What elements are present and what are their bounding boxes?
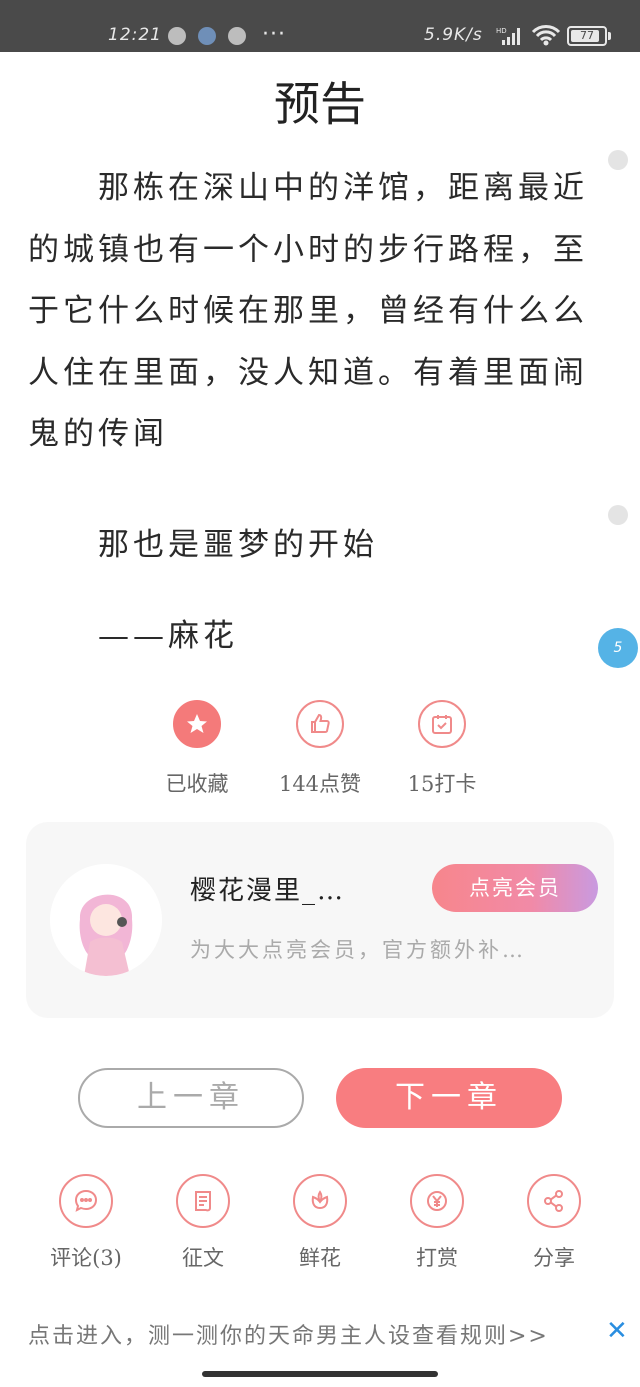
thumbs-up-icon: [296, 700, 344, 748]
wifi-icon: [531, 24, 561, 50]
chapter-paragraph: 那栋在深山中的洋馆，距离最近的城镇也有一个小时的步行路程，至于它什么时候在那里，…: [28, 170, 588, 452]
app-notification-icon: [228, 27, 246, 45]
app-notification-icon: [198, 27, 216, 45]
collect-label: 已收藏: [165, 772, 229, 796]
chapter-paragraph: 那也是噩梦的开始: [98, 527, 378, 563]
share-icon: [527, 1174, 581, 1228]
comment-icon: [59, 1174, 113, 1228]
signal-hd-label: HD: [496, 27, 507, 35]
paragraph-comment-bubble[interactable]: 5: [598, 628, 638, 668]
chapter-title: 预告: [274, 77, 366, 131]
close-icon[interactable]: ✕: [606, 1316, 628, 1346]
chapter-signature: ——麻花: [98, 618, 238, 654]
reward-button[interactable]: 打赏: [387, 1174, 487, 1272]
like-count: 144点赞: [278, 772, 362, 796]
network-speed: 5.9K/s: [424, 25, 483, 45]
battery-level: 77: [580, 29, 594, 42]
promo-banner[interactable]: 点击进入，测一测你的天命男主人设查看规则>> ✕: [0, 1306, 640, 1362]
author-avatar[interactable]: [50, 864, 162, 976]
reward-label: 打赏: [416, 1246, 458, 1270]
battery-icon: 77: [567, 26, 611, 46]
flower-icon: [293, 1174, 347, 1228]
yen-coin-icon: [410, 1174, 464, 1228]
promo-banner-text[interactable]: 点击进入，测一测你的天命男主人设查看规则>>: [28, 1318, 549, 1350]
status-time: 12:21: [108, 25, 162, 45]
essay-button[interactable]: 征文: [153, 1174, 253, 1272]
flower-button[interactable]: 鲜花: [270, 1174, 370, 1272]
comment-label: 评论(3): [50, 1246, 122, 1270]
share-button[interactable]: 分享: [504, 1174, 604, 1272]
essay-label: 征文: [182, 1246, 224, 1270]
collect-button[interactable]: 已收藏: [137, 700, 257, 798]
next-chapter-button[interactable]: 下一章: [336, 1068, 562, 1128]
star-icon: [173, 700, 221, 748]
paragraph-comment-dot[interactable]: [608, 505, 628, 525]
author-name: 樱花漫里_…: [190, 876, 346, 906]
signal-icon: HD: [496, 26, 524, 50]
prev-chapter-button[interactable]: 上一章: [78, 1068, 304, 1128]
activate-membership-button[interactable]: 点亮会员: [432, 864, 598, 912]
checkin-count: 15打卡: [407, 772, 477, 796]
status-bar: 12:21 ··· 5.9K/s HD 77: [0, 0, 640, 52]
more-notifications-icon: ···: [262, 22, 286, 47]
membership-description: 为大大点亮会员，官方额外补…: [190, 938, 526, 962]
gesture-home-bar[interactable]: [202, 1371, 438, 1377]
paragraph-comment-dot[interactable]: [608, 150, 628, 170]
app-notification-icon: [168, 27, 186, 45]
scroll-document-icon: [176, 1174, 230, 1228]
share-label: 分享: [533, 1246, 575, 1270]
calendar-check-icon: [418, 700, 466, 748]
checkin-button[interactable]: 15打卡: [382, 700, 502, 798]
comment-button[interactable]: 评论(3): [36, 1174, 136, 1272]
like-button[interactable]: 144点赞: [260, 700, 380, 798]
flower-label: 鲜花: [299, 1246, 341, 1270]
